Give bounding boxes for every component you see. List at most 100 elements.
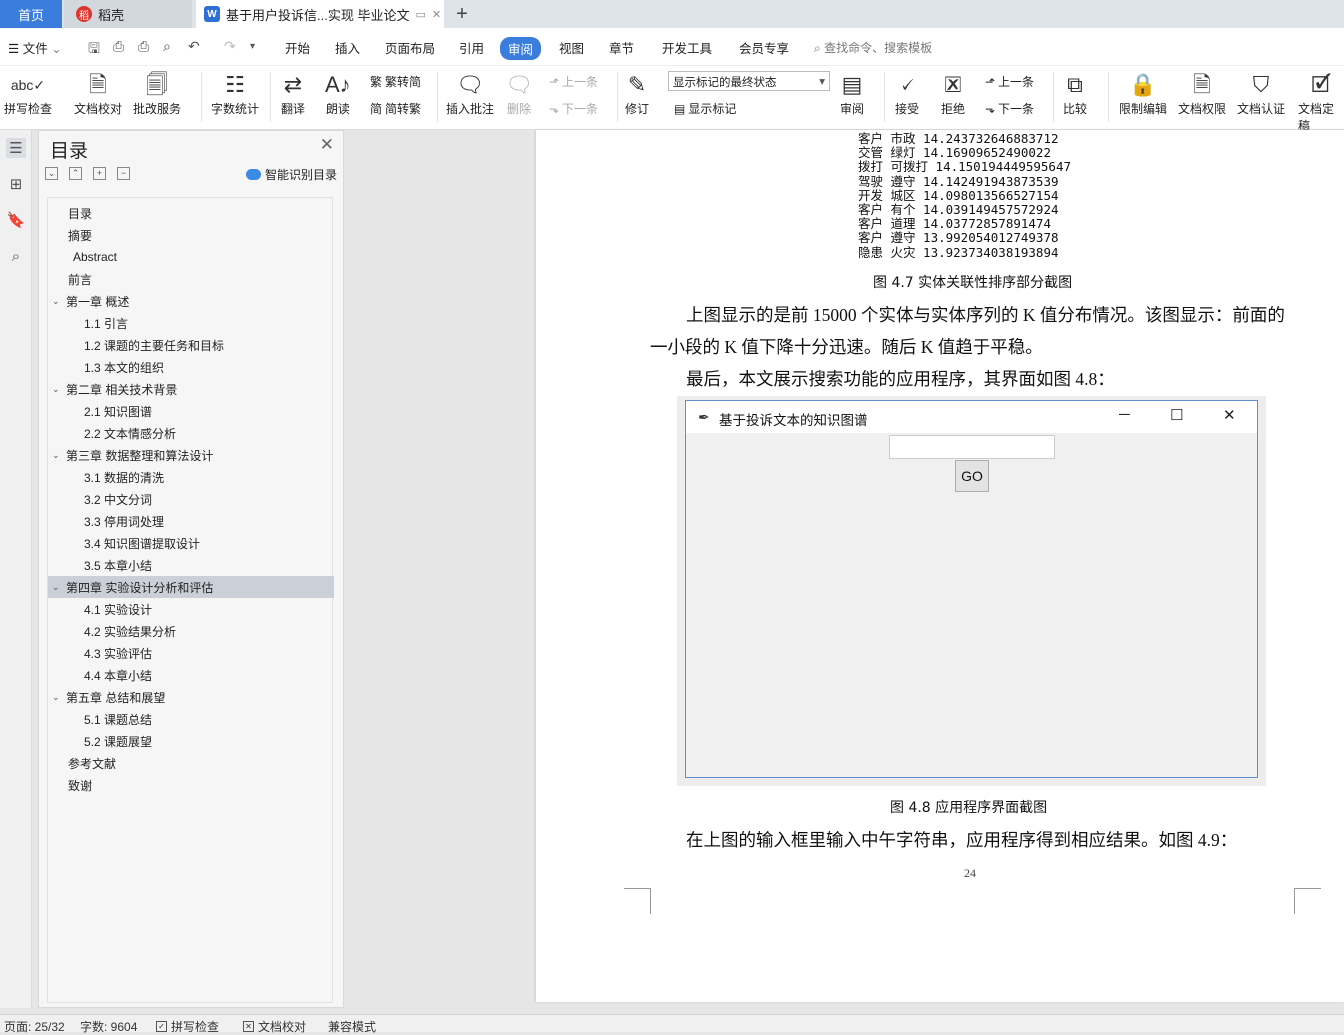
track-changes-button[interactable]: ✎ 修订 bbox=[625, 70, 649, 117]
word-count-indicator[interactable]: 字数: 9604 bbox=[80, 1018, 137, 1035]
restrict-edit-button[interactable]: 🔒 限制编辑 bbox=[1119, 70, 1167, 117]
chevron-down-icon[interactable]: ⌄ bbox=[52, 384, 66, 395]
tab-daoke[interactable]: 稻 稻壳 bbox=[64, 0, 192, 28]
menu-review[interactable]: 审阅 bbox=[500, 37, 542, 60]
doc-proof-button[interactable]: 🗎 文档校对 bbox=[74, 70, 122, 117]
ribbon-divider bbox=[201, 72, 202, 122]
chevron-down-icon[interactable]: ⌄ bbox=[52, 296, 66, 307]
toc-item[interactable]: 3.4 知识图谱提取设计 bbox=[84, 532, 200, 554]
print-icon[interactable]: ⎙ bbox=[138, 38, 149, 55]
toc-item[interactable]: 5.1 课题总结 bbox=[84, 708, 152, 730]
toc-item[interactable]: 1.3 本文的组织 bbox=[84, 356, 164, 378]
search-icon[interactable]: ⌕ bbox=[6, 246, 26, 266]
new-tab-button[interactable]: + bbox=[450, 0, 474, 28]
toc-item[interactable]: ⌄ 第一章 概述 bbox=[52, 290, 129, 312]
prev-change-button[interactable]: ⬏ 上一条 bbox=[985, 73, 1034, 90]
markup-mode-select[interactable]: 显示标记的最终状态 bbox=[668, 71, 830, 91]
insert-comment-button[interactable]: 🗨 插入批注 bbox=[446, 70, 494, 117]
toc-item[interactable]: 4.3 实验评估 bbox=[84, 642, 152, 664]
chevron-down-icon[interactable]: ⌄ bbox=[52, 692, 66, 703]
chevron-down-icon[interactable]: ⌄ bbox=[52, 450, 66, 461]
undo-icon[interactable]: ↶ bbox=[188, 38, 200, 55]
read-aloud-button[interactable]: A♪ 朗读 bbox=[325, 70, 351, 117]
menu-member[interactable]: 会员专享 bbox=[739, 38, 789, 57]
toc-item[interactable]: 1.1 引言 bbox=[84, 312, 128, 334]
spellcheck-button[interactable]: abc✓ 拼写检查 bbox=[4, 70, 52, 117]
toc-item[interactable]: 4.4 本章小结 bbox=[84, 664, 152, 686]
toc-item[interactable]: 4.2 实验结果分析 bbox=[84, 620, 176, 642]
compare-button[interactable]: ⧉ 比较 bbox=[1063, 70, 1087, 117]
toc-item[interactable]: 致谢 bbox=[68, 774, 92, 796]
doc-permission-button[interactable]: 🗎 文档权限 bbox=[1178, 70, 1226, 117]
show-markup-button[interactable]: ▤ 显示标记 bbox=[674, 100, 736, 117]
add-heading-icon[interactable]: + bbox=[93, 167, 106, 180]
command-search[interactable]: ⌕ 查找命令、搜索模板 bbox=[814, 39, 932, 56]
toc-item[interactable]: 3.1 数据的清洗 bbox=[84, 466, 164, 488]
review-pane-button[interactable]: ▤ 审阅 bbox=[840, 70, 864, 117]
delete-comment-icon: 🗨 bbox=[505, 72, 533, 97]
tab-document[interactable]: W 基于用户投诉信...实现 毕业论文 ▭ ✕ bbox=[196, 0, 444, 28]
toc-item[interactable]: ⌄ 第二章 相关技术背景 bbox=[52, 378, 177, 400]
file-menu[interactable]: ☰ 文件 ⌄ bbox=[8, 38, 62, 57]
delete-comment-button[interactable]: 🗨 删除 bbox=[505, 70, 533, 117]
tab-home[interactable]: 首页 bbox=[0, 0, 62, 28]
menu-reference[interactable]: 引用 bbox=[459, 38, 484, 57]
menu-layout[interactable]: 页面布局 bbox=[385, 38, 435, 57]
toc-item[interactable]: Abstract bbox=[68, 246, 117, 268]
smart-toc-button[interactable]: 智能识别目录 bbox=[245, 166, 337, 183]
annotate-service-button[interactable]: 🗐 批改服务 bbox=[133, 70, 181, 117]
toc-item[interactable]: 参考文献 bbox=[68, 752, 116, 774]
menu-start[interactable]: 开始 bbox=[285, 38, 310, 57]
chevron-down-icon[interactable]: ⌄ bbox=[52, 582, 66, 593]
menu-view[interactable]: 视图 bbox=[559, 38, 584, 57]
quick-access-dropdown-icon[interactable]: ▾ bbox=[250, 41, 255, 52]
toc-item[interactable]: 5.2 课题展望 bbox=[84, 730, 152, 752]
toc-item[interactable]: ⌄ 第三章 数据整理和算法设计 bbox=[52, 444, 213, 466]
toc-item[interactable]: 1.2 课题的主要任务和目标 bbox=[84, 334, 224, 356]
prev-comment-icon: ⬏ bbox=[549, 74, 560, 89]
restore-icon[interactable]: ▭ bbox=[415, 8, 425, 21]
menu-developer[interactable]: 开发工具 bbox=[662, 38, 712, 57]
toc-item[interactable]: 3.5 本章小结 bbox=[84, 554, 152, 576]
word-count-button[interactable]: ☷ 字数统计 bbox=[211, 70, 259, 117]
remove-heading-icon[interactable]: − bbox=[117, 167, 130, 180]
page-indicator[interactable]: 页面: 25/32 bbox=[4, 1018, 65, 1035]
trad-to-simp-button[interactable]: 繁 繁转简 bbox=[370, 73, 421, 90]
toc-item[interactable]: ⌄ 第四章 实验设计分析和评估 bbox=[48, 576, 334, 598]
expand-all-icon[interactable]: ⌄ bbox=[45, 167, 58, 180]
toc-item[interactable]: 2.1 知识图谱 bbox=[84, 400, 152, 422]
menu-chapter[interactable]: 章节 bbox=[609, 38, 634, 57]
bookmark-icon[interactable]: 🔖 bbox=[6, 210, 26, 230]
doc-finalize-button[interactable]: 🗹 文档定稿 bbox=[1298, 70, 1344, 134]
next-comment-button[interactable]: ⬎ 下一条 bbox=[549, 100, 598, 117]
toc-item[interactable]: ⌄ 第五章 总结和展望 bbox=[52, 686, 165, 708]
toc-title: 目录 bbox=[50, 141, 89, 162]
close-tab-icon[interactable]: ✕ bbox=[432, 8, 441, 21]
simp-to-trad-button[interactable]: 简 简转繁 bbox=[370, 100, 421, 117]
toc-item[interactable]: 2.2 文本情感分析 bbox=[84, 422, 176, 444]
save-icon[interactable]: 🖫 bbox=[88, 38, 100, 62]
print-preview-icon[interactable]: ⌕ bbox=[163, 38, 171, 55]
spellcheck-status[interactable]: ✓ 拼写检查 bbox=[156, 1018, 219, 1035]
data-line: 客户 有个 14.039149457572924 bbox=[858, 202, 1059, 217]
export-pdf-icon[interactable]: ⎙ bbox=[113, 38, 124, 55]
doc-certify-button[interactable]: ⛉ 文档认证 bbox=[1237, 70, 1285, 117]
toc-item[interactable]: 目录 bbox=[68, 202, 92, 224]
toc-item[interactable]: 摘要 bbox=[68, 224, 92, 246]
outline-icon[interactable]: ⊞ bbox=[6, 174, 26, 194]
proof-status[interactable]: ✕ 文档校对 bbox=[243, 1018, 306, 1035]
close-icon[interactable]: ✕ bbox=[320, 135, 334, 155]
toc-item[interactable]: 3.2 中文分词 bbox=[84, 488, 152, 510]
toc-item[interactable]: 4.1 实验设计 bbox=[84, 598, 152, 620]
reject-button[interactable]: 🗷 拒绝 bbox=[941, 70, 965, 117]
toc-item[interactable]: 前言 bbox=[68, 268, 92, 290]
translate-button[interactable]: ⇄ 翻译 bbox=[281, 70, 305, 117]
menu-insert[interactable]: 插入 bbox=[335, 38, 360, 57]
redo-icon[interactable]: ↷ bbox=[224, 38, 236, 55]
toc-pane-icon[interactable]: ☰ bbox=[6, 138, 26, 158]
toc-item[interactable]: 3.3 停用词处理 bbox=[84, 510, 164, 532]
prev-comment-button[interactable]: ⬏ 上一条 bbox=[549, 73, 598, 90]
next-change-button[interactable]: ⬎ 下一条 bbox=[985, 100, 1034, 117]
collapse-all-icon[interactable]: ⌃ bbox=[69, 167, 82, 180]
accept-button[interactable]: 🗸 接受 bbox=[895, 70, 919, 117]
